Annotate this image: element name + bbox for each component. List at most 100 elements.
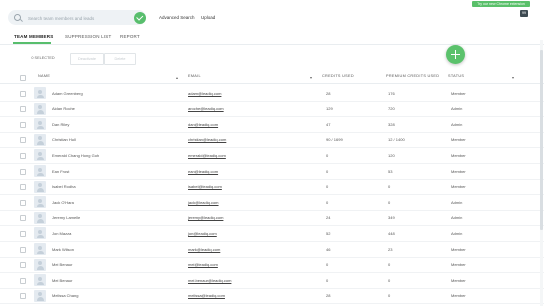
chrome-extension-banner[interactable]: Try our new Chrome extension (472, 1, 530, 7)
credits-used: 0 (326, 199, 329, 205)
tab-team-members[interactable]: TEAM MEMBERS (14, 34, 53, 39)
premium-credits-used: 0 (388, 277, 391, 283)
row-checkbox[interactable] (20, 137, 26, 144)
column-email[interactable]: EMAIL (188, 74, 201, 78)
row-checkbox[interactable] (20, 121, 26, 128)
scrollbar-thumb[interactable] (540, 50, 543, 230)
table-row[interactable]: Isabel Rodha isabel@leadiq.com 0 0 Member (0, 179, 544, 196)
premium-credits-used: 176 (388, 90, 395, 96)
premium-credits-used: 0 (388, 293, 391, 299)
credits-used: 0 (326, 168, 329, 174)
table-row[interactable]: Mei Benaur mei.benaur@leadiq.com 0 0 Member (0, 272, 544, 289)
premium-credits-used: 0 (388, 262, 391, 268)
credits-used: 46 (326, 246, 331, 252)
row-checkbox[interactable] (20, 106, 26, 113)
row-checkbox[interactable] (20, 90, 26, 97)
notification-badge[interactable]: 99 (520, 10, 528, 17)
table-row[interactable]: Jeremy Lamelle jeremy@leadiq.com 24 349 Admi… (0, 210, 544, 227)
column-status[interactable]: STATUS (448, 74, 464, 78)
avatar (34, 258, 46, 271)
delete-button[interactable]: Delete (104, 53, 136, 65)
sort-icon[interactable]: ▾ (310, 76, 312, 80)
member-email[interactable]: dan@leadiq.com (188, 122, 218, 127)
row-checkbox[interactable] (20, 168, 26, 175)
row-checkbox[interactable] (20, 230, 26, 237)
deactivate-button[interactable]: Deactivate (70, 53, 104, 65)
credits-used: 0 (326, 262, 329, 268)
avatar (34, 118, 46, 131)
member-email[interactable]: melissa@leadiq.com (188, 293, 225, 298)
row-checkbox[interactable] (20, 262, 26, 269)
member-email[interactable]: jack@leadiq.com (188, 200, 219, 205)
add-member-button[interactable] (446, 45, 465, 64)
row-checkbox[interactable] (20, 199, 26, 206)
member-name: Dan Riley (52, 121, 70, 127)
search-input[interactable] (26, 12, 140, 25)
credits-used: 0 (326, 152, 329, 158)
member-email[interactable]: aroche@leadiq.com (188, 106, 224, 111)
table-row[interactable]: Adam Greenberg adam@leadiq.com 28 176 Member (0, 85, 544, 102)
advanced-search-link[interactable]: Advanced Search (159, 15, 195, 20)
member-email[interactable]: christian@leadiq.com (188, 137, 226, 142)
member-status: Admin (451, 230, 463, 236)
credits-used: 129 (326, 106, 333, 112)
credits-used: 90 / 1699 (326, 137, 343, 143)
member-email[interactable]: jon@leadiq.com (188, 231, 217, 236)
avatar (34, 133, 46, 146)
row-checkbox[interactable] (20, 184, 26, 191)
table-row[interactable]: Melissa Chang melissa@leadiq.com 28 0 Member (0, 288, 544, 305)
table-row[interactable]: Emerald Chang Hong Goh emerald@leadiq.com… (0, 147, 544, 164)
member-email[interactable]: mei.benaur@leadiq.com (188, 278, 231, 283)
tab-suppression-list[interactable]: SUPPRESSION LIST (65, 34, 111, 39)
member-status: Member (451, 184, 466, 190)
row-checkbox[interactable] (20, 215, 26, 222)
row-checkbox[interactable] (20, 152, 26, 159)
member-email[interactable]: jeremy@leadiq.com (188, 215, 223, 220)
column-name[interactable]: NAME (38, 74, 50, 78)
member-name: Mei Benaur (52, 277, 73, 283)
member-name: Adam Greenberg (52, 90, 83, 96)
table-row[interactable]: Dan Riley dan@leadiq.com 47 328 Admin (0, 116, 544, 133)
avatar (34, 289, 46, 302)
row-checkbox[interactable] (20, 246, 26, 253)
member-status: Member (451, 90, 466, 96)
table-row[interactable]: Aidan Roche aroche@leadiq.com 129 720 Admin (0, 101, 544, 118)
credits-used: 0 (326, 277, 329, 283)
table-row[interactable]: Mark Wilson mark@leadiq.com 46 23 Member (0, 241, 544, 258)
select-all-checkbox[interactable] (20, 74, 26, 81)
member-status: Member (451, 277, 466, 283)
table-row[interactable]: Jon Mazza jon@leadiq.com 52 448 Admin (0, 225, 544, 242)
sort-asc-icon[interactable]: ▴ (176, 76, 178, 80)
table-row[interactable]: Mei Benaur mei@leadiq.com 0 0 Member (0, 257, 544, 274)
status-filter-icon[interactable]: ▾ (512, 76, 514, 80)
row-checkbox[interactable] (20, 277, 26, 284)
member-email[interactable]: emerald@leadiq.com (188, 153, 226, 158)
avatar (34, 149, 46, 162)
member-status: Admin (451, 121, 463, 127)
member-name: Mark Wilson (52, 246, 75, 252)
avatar (34, 102, 46, 115)
member-email[interactable]: isabel@leadiq.com (188, 184, 222, 189)
upload-link[interactable]: Upload (201, 15, 215, 20)
premium-credits-used: 448 (388, 230, 395, 236)
column-credits-used[interactable]: CREDITS USED (322, 74, 354, 78)
premium-credits-used: 0 (388, 199, 391, 205)
credits-used: 52 (326, 230, 331, 236)
member-email[interactable]: ean@leadiq.com (188, 169, 218, 174)
selected-count: 0 SELECTED (31, 56, 55, 60)
member-email[interactable]: mei@leadiq.com (188, 262, 218, 267)
member-email[interactable]: adam@leadiq.com (188, 91, 221, 96)
avatar (34, 87, 46, 99)
credits-used: 24 (326, 215, 331, 221)
tab-report[interactable]: REPORT (120, 34, 140, 39)
column-premium-credits-used[interactable]: PREMIUM CREDITS USED (386, 74, 439, 78)
premium-credits-used: 12 / 1400 (388, 137, 405, 143)
row-checkbox[interactable] (20, 293, 26, 300)
table-row[interactable]: Jack O'Hara jack@leadiq.com 0 0 Admin (0, 194, 544, 211)
table-row[interactable]: Christian Hull christian@leadiq.com 90 / 1… (0, 132, 544, 149)
credits-used: 0 (326, 184, 329, 190)
tab-bar: TEAM MEMBERS SUPPRESSION LIST REPORT (0, 32, 544, 44)
member-email[interactable]: mark@leadiq.com (188, 247, 220, 252)
search-submit-button[interactable] (134, 11, 146, 24)
table-row[interactable]: Ean Frost ean@leadiq.com 0 53 Member (0, 163, 544, 180)
